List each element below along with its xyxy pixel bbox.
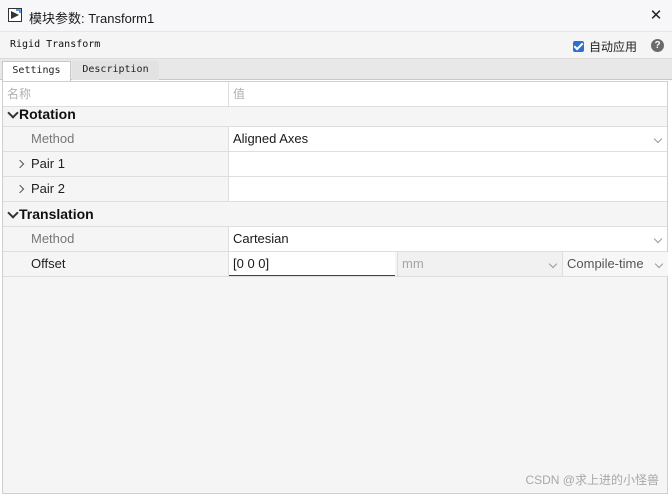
translation-method-value: Cartesian xyxy=(233,231,289,246)
title-bar: 模块参数: Transform1 ✕ xyxy=(0,0,672,32)
section-translation-label: Translation xyxy=(19,206,94,222)
rotation-method-label: Method xyxy=(31,131,75,146)
offset-label: Offset xyxy=(31,256,66,271)
auto-apply-toggle[interactable]: 自动应用 xyxy=(573,38,637,55)
section-rotation[interactable]: Rotation xyxy=(3,102,667,127)
section-translation[interactable]: Translation xyxy=(3,202,667,227)
pair-2-value xyxy=(229,177,667,201)
block-type-label: Rigid Transform xyxy=(10,39,101,50)
chevron-down-icon[interactable] xyxy=(7,107,19,119)
help-icon[interactable]: ? xyxy=(651,39,664,52)
offset-input-value: [0 0 0] xyxy=(233,256,270,271)
pair-1-label: Pair 1 xyxy=(31,156,65,171)
chevron-down-icon[interactable] xyxy=(548,259,558,269)
rotation-method-row: Method Aligned Axes xyxy=(3,127,667,152)
chevron-right-icon[interactable] xyxy=(15,159,25,169)
chevron-down-icon[interactable] xyxy=(653,134,663,144)
rotation-method-dropdown[interactable]: Aligned Axes xyxy=(229,127,667,151)
offset-config-dropdown[interactable]: Compile-time xyxy=(562,252,668,276)
close-button[interactable]: ✕ xyxy=(640,0,672,31)
offset-value-cell: [0 0 0] mm Compile-time xyxy=(229,252,668,276)
tab-settings[interactable]: Settings xyxy=(2,61,71,81)
pair-2-label: Pair 2 xyxy=(31,181,65,196)
offset-row: Offset [0 0 0] mm Compile-time xyxy=(3,252,668,277)
pair-2-row[interactable]: Pair 2 xyxy=(3,177,667,202)
block-header: Rigid Transform 自动应用 ? xyxy=(0,32,672,59)
chevron-right-icon[interactable] xyxy=(15,184,25,194)
translation-method-row: Method Cartesian xyxy=(3,227,667,252)
offset-config-value: Compile-time xyxy=(567,256,644,271)
auto-apply-label: 自动应用 xyxy=(589,40,638,54)
tab-description[interactable]: Description xyxy=(72,61,159,80)
pair-1-row[interactable]: Pair 1 xyxy=(3,152,667,177)
offset-unit-dropdown[interactable]: mm xyxy=(397,252,562,276)
pair-1-value xyxy=(229,152,667,176)
block-parameters-app-icon xyxy=(8,8,22,22)
rotation-method-value: Aligned Axes xyxy=(233,131,309,146)
translation-method-dropdown[interactable]: Cartesian xyxy=(229,227,667,251)
parameter-grid: 名称 值 Rotation Method Aligned Axes Pair 1… xyxy=(2,81,668,494)
offset-unit-value: mm xyxy=(402,256,424,271)
offset-input[interactable]: [0 0 0] xyxy=(229,252,395,276)
chevron-down-icon[interactable] xyxy=(654,259,664,269)
section-rotation-label: Rotation xyxy=(19,106,76,122)
auto-apply-checkbox[interactable] xyxy=(573,41,584,52)
tab-bar: Settings Description xyxy=(0,59,672,81)
chevron-down-icon[interactable] xyxy=(7,207,19,219)
watermark: CSDN @求上进的小怪兽 xyxy=(525,473,659,487)
translation-method-label: Method xyxy=(31,231,75,246)
window-title: 模块参数: Transform1 xyxy=(29,11,155,26)
chevron-down-icon[interactable] xyxy=(653,234,663,244)
